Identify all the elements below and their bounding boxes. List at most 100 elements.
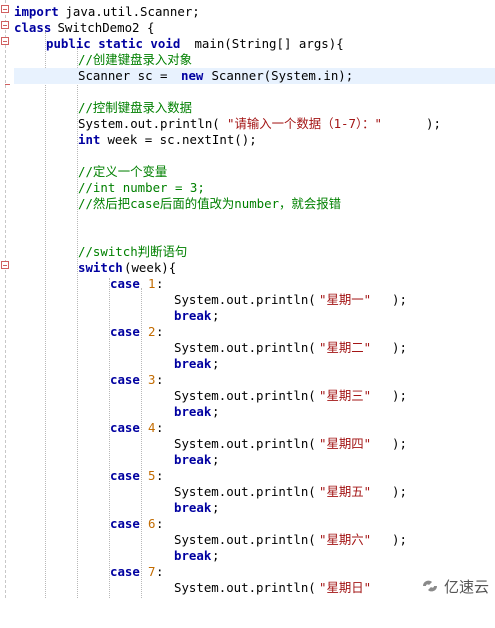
code-keyword: break — [174, 356, 212, 371]
code-text: ; — [212, 308, 220, 323]
code-text: System.out.println( — [174, 484, 316, 499]
code-text: week = sc.nextInt(); — [100, 132, 257, 147]
code-line[interactable]: break; — [0, 548, 495, 564]
code-number: 4 — [148, 420, 156, 435]
code-text: ; — [212, 404, 220, 419]
code-line[interactable]: break; — [0, 308, 495, 324]
code-text: (week){ — [124, 260, 177, 275]
code-keyword: case — [110, 276, 140, 291]
code-line[interactable]: case 5: — [0, 468, 495, 484]
code-string: "请输入一个数据（1-7）：" — [227, 116, 383, 131]
code-comment: //int number = 3; — [78, 180, 205, 195]
watermark: 亿速云 — [420, 576, 489, 596]
code-line[interactable]: int week = sc.nextInt(); — [0, 132, 495, 148]
code-text: ); — [426, 116, 441, 131]
code-keyword: public static void — [46, 36, 181, 51]
code-comment: //定义一个变量 — [78, 164, 168, 179]
code-text: : — [156, 276, 164, 291]
code-comment: //然后把case后面的值改为number，就会报错 — [78, 196, 341, 211]
code-text: : — [156, 420, 164, 435]
code-string: "星期一" — [319, 292, 372, 307]
code-text: : — [156, 324, 164, 339]
code-string: "星期四" — [319, 436, 372, 451]
code-line[interactable]: //int number = 3; — [0, 180, 495, 196]
code-text: System.out.println( — [174, 388, 316, 403]
code-line[interactable]: //switch判断语句 — [0, 244, 495, 260]
code-text: System.out.println( — [78, 116, 220, 131]
code-line[interactable]: import java.util.Scanner; — [0, 4, 495, 20]
code-keyword: case — [110, 516, 140, 531]
code-keyword: case — [110, 564, 140, 579]
code-text: ); — [392, 340, 407, 355]
code-number: 2 — [148, 324, 156, 339]
code-number: 3 — [148, 372, 156, 387]
code-keyword: break — [174, 452, 212, 467]
code-line[interactable]: System.out.println("星期五"); — [0, 484, 495, 500]
code-text: ); — [392, 388, 407, 403]
code-keyword: int — [78, 132, 101, 147]
code-text: : — [156, 564, 164, 579]
code-text: SwitchDemo2 { — [50, 20, 155, 35]
code-text: System.out.println( — [174, 532, 316, 547]
code-number: 7 — [148, 564, 156, 579]
code-line[interactable]: //创建键盘录入对象 — [0, 52, 495, 68]
code-string: "星期日" — [319, 580, 372, 595]
code-keyword: case — [110, 468, 140, 483]
code-keyword: break — [174, 404, 212, 419]
code-keyword: import — [14, 4, 59, 19]
code-line[interactable]: case 4: — [0, 420, 495, 436]
code-line[interactable]: case 2: — [0, 324, 495, 340]
code-comment: //创建键盘录入对象 — [78, 52, 193, 67]
code-line[interactable]: break; — [0, 500, 495, 516]
code-number: 6 — [148, 516, 156, 531]
code-line[interactable]: System.out.println("星期四"); — [0, 436, 495, 452]
code-line[interactable]: case 3: — [0, 372, 495, 388]
code-line[interactable]: //控制键盘录入数据 — [0, 100, 495, 116]
code-line[interactable]: break; — [0, 452, 495, 468]
code-text: ; — [212, 452, 220, 467]
code-text: : — [156, 468, 164, 483]
code-line[interactable]: switch (week){ — [0, 260, 495, 276]
code-editor[interactable]: import java.util.Scanner; class SwitchDe… — [0, 0, 495, 598]
code-text: ; — [212, 548, 220, 563]
code-line[interactable]: System.out.println("星期六"); — [0, 532, 495, 548]
yisu-logo-icon — [422, 580, 437, 592]
code-text: System.out.println( — [174, 292, 316, 307]
code-line[interactable]: break; — [0, 404, 495, 420]
code-line[interactable]: public static void main(String[] args){ — [0, 36, 495, 52]
code-text: ; — [212, 500, 220, 515]
code-keyword: case — [110, 372, 140, 387]
code-line[interactable]: System.out.println("星期一"); — [0, 292, 495, 308]
code-line[interactable]: //定义一个变量 — [0, 164, 495, 180]
code-line[interactable]: case 6: — [0, 516, 495, 532]
code-text: Scanner(System.in); — [204, 68, 354, 83]
code-text: System.out.println( — [174, 340, 316, 355]
code-line[interactable]: case 1: — [0, 276, 495, 292]
code-comment: //控制键盘录入数据 — [78, 100, 193, 115]
code-text: System.out.println( — [174, 436, 316, 451]
code-text: java.util.Scanner; — [58, 4, 200, 19]
code-string: "星期五" — [319, 484, 372, 499]
code-keyword: case — [110, 420, 140, 435]
watermark-text: 亿速云 — [443, 577, 489, 596]
code-line[interactable]: System.out.println( "请输入一个数据（1-7）："); — [0, 116, 495, 132]
code-text: main(String[] args){ — [187, 36, 344, 51]
code-text: System.out.println( — [174, 580, 316, 595]
code-string: "星期三" — [319, 388, 372, 403]
code-number: 5 — [148, 468, 156, 483]
code-line[interactable]: //然后把case后面的值改为number，就会报错 — [0, 196, 495, 212]
code-text: ); — [392, 292, 407, 307]
code-keyword: case — [110, 324, 140, 339]
code-line[interactable]: System.out.println("星期三"); — [0, 388, 495, 404]
code-text: ); — [392, 532, 407, 547]
code-line[interactable]: class SwitchDemo2 { — [0, 20, 495, 36]
code-text: : — [156, 372, 164, 387]
code-line[interactable]: System.out.println("星期二"); — [0, 340, 495, 356]
code-keyword: break — [174, 500, 212, 515]
code-line[interactable]: break; — [0, 356, 495, 372]
code-keyword: class — [14, 20, 52, 35]
code-string: "星期六" — [319, 532, 372, 547]
code-text: ; — [212, 356, 220, 371]
current-line-highlight[interactable]: Scanner sc = new Scanner(System.in); — [14, 68, 495, 84]
code-keyword: break — [174, 308, 212, 323]
